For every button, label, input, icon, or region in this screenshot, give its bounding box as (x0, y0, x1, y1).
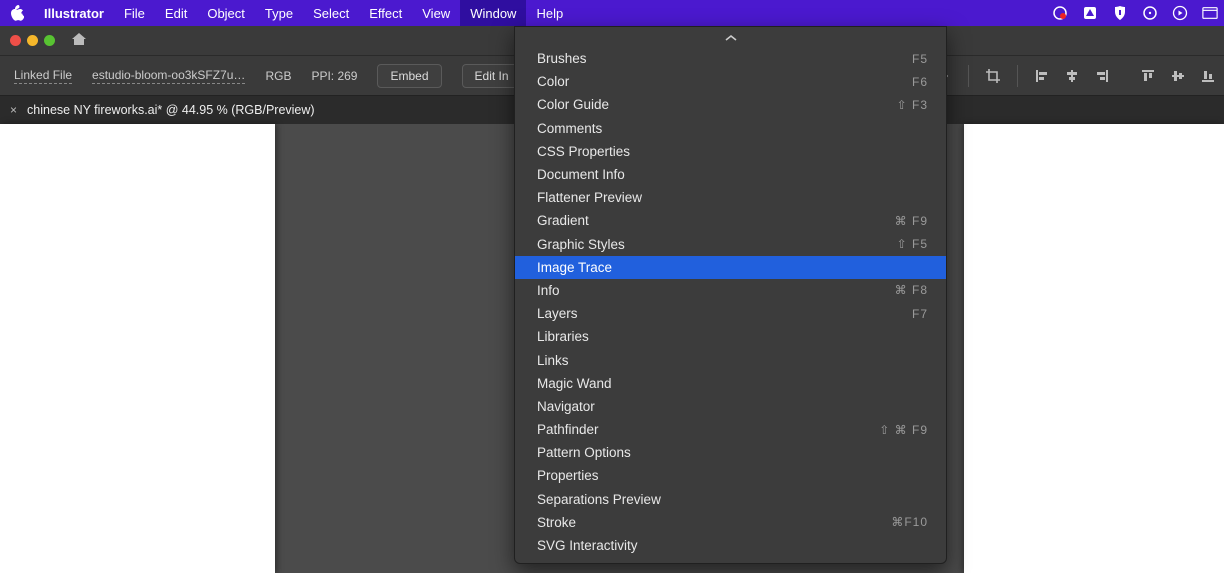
menu-item-label: Flattener Preview (537, 190, 642, 205)
linked-file-name[interactable]: estudio-bloom-oo3kSFZ7u… (92, 68, 245, 84)
menu-item-shortcut: ⌘F10 (891, 515, 928, 529)
menu-item-shortcut: F6 (912, 75, 928, 89)
menu-item-label: Navigator (537, 399, 595, 414)
window-menu-item[interactable]: Graphic Styles ⇧ F5 (515, 233, 946, 256)
menu-type[interactable]: Type (255, 0, 303, 26)
menu-edit[interactable]: Edit (155, 0, 197, 26)
menu-select[interactable]: Select (303, 0, 359, 26)
menu-item-shortcut: ⇧ F3 (897, 98, 928, 112)
menu-effect[interactable]: Effect (359, 0, 412, 26)
window-menu-item[interactable]: Comments (515, 117, 946, 140)
window-menu-item[interactable]: Pattern Options (515, 441, 946, 464)
close-tab-icon[interactable]: × (10, 103, 17, 117)
menu-item-label: Stroke (537, 515, 576, 530)
align-right-icon[interactable] (1092, 66, 1112, 86)
circle-icon[interactable] (1142, 5, 1158, 21)
window-menu-dropdown[interactable]: Brushes F5 Color F6 Color Guide ⇧ F3 Comments C… (514, 26, 947, 564)
play-icon[interactable] (1172, 5, 1188, 21)
close-window-icon[interactable] (10, 35, 21, 46)
menu-window[interactable]: Window (460, 0, 526, 26)
align-top-icon[interactable] (1138, 66, 1158, 86)
window-menu-item[interactable]: Navigator (515, 395, 946, 418)
align-hcenter-icon[interactable] (1062, 66, 1082, 86)
menu-item-label: Brushes (537, 51, 587, 66)
artboard-left (0, 124, 275, 573)
window-menu-item[interactable]: Stroke ⌘F10 (515, 511, 946, 534)
app-name[interactable]: Illustrator (34, 6, 114, 21)
calendar-icon[interactable] (1202, 5, 1218, 21)
window-menu-item[interactable]: Info ⌘ F8 (515, 279, 946, 302)
color-mode-label: RGB (265, 69, 291, 83)
menu-item-label: Pathfinder (537, 422, 599, 437)
scroll-up-icon[interactable] (515, 31, 946, 47)
divider (1017, 65, 1018, 87)
window-menu-item[interactable]: Separations Preview (515, 488, 946, 511)
ppi-label: PPI: 269 (311, 69, 357, 83)
menu-item-label: Gradient (537, 213, 589, 228)
traffic-lights[interactable] (10, 35, 55, 46)
window-menu-item[interactable]: Pathfinder ⇧ ⌘ F9 (515, 418, 946, 441)
menu-object[interactable]: Object (197, 0, 255, 26)
align-bottom-icon[interactable] (1198, 66, 1218, 86)
window-menu-item[interactable]: Gradient ⌘ F9 (515, 209, 946, 232)
menu-file[interactable]: File (114, 0, 155, 26)
menu-item-label: Info (537, 283, 560, 298)
window-menu-item[interactable]: Properties (515, 464, 946, 487)
artboard-right (964, 124, 1224, 573)
window-menu-item[interactable]: Libraries (515, 325, 946, 348)
window-menu-item[interactable]: SVG Interactivity (515, 534, 946, 557)
crop-icon[interactable] (983, 66, 1003, 86)
window-menu-item[interactable]: Image Trace (515, 256, 946, 279)
mac-menubar: Illustrator FileEditObjectTypeSelectEffe… (0, 0, 1224, 26)
window-menu-item[interactable]: Document Info (515, 163, 946, 186)
menu-item-label: Comments (537, 121, 602, 136)
window-menu-item[interactable]: Links (515, 348, 946, 371)
menu-item-label: Magic Wand (537, 376, 612, 391)
document-tab-title: chinese NY fireworks.ai* @ 44.95 % (RGB/… (27, 103, 315, 117)
embed-button[interactable]: Embed (377, 64, 441, 88)
window-menu-item[interactable]: Layers F7 (515, 302, 946, 325)
window-menu-item[interactable]: CSS Properties (515, 140, 946, 163)
align-vcenter-icon[interactable] (1168, 66, 1188, 86)
warning-icon[interactable] (1082, 5, 1098, 21)
menu-item-label: CSS Properties (537, 144, 630, 159)
menu-item-shortcut: ⌘ F9 (895, 214, 928, 228)
menu-view[interactable]: View (412, 0, 460, 26)
menu-item-shortcut: ⌘ F8 (895, 283, 928, 297)
menu-item-shortcut: F5 (912, 52, 928, 66)
shield-icon[interactable] (1112, 5, 1128, 21)
window-menu-item[interactable]: Color Guide ⇧ F3 (515, 93, 946, 116)
edit-in-button[interactable]: Edit In (462, 64, 522, 88)
divider (968, 65, 969, 87)
menu-item-shortcut: ⇧ F5 (897, 237, 928, 251)
menu-item-label: Graphic Styles (537, 237, 625, 252)
menu-item-label: Image Trace (537, 260, 612, 275)
home-icon[interactable] (71, 31, 87, 51)
menu-item-shortcut: F7 (912, 307, 928, 321)
window-menu-item[interactable]: Brushes F5 (515, 47, 946, 70)
menu-item-label: Properties (537, 468, 599, 483)
menu-item-label: Document Info (537, 167, 625, 182)
control-bar-right (934, 65, 1218, 87)
window-menu-item[interactable]: Magic Wand (515, 372, 946, 395)
apple-menu[interactable] (0, 5, 34, 21)
menu-item-label: Color (537, 74, 569, 89)
menu-item-label: Links (537, 353, 569, 368)
align-left-icon[interactable] (1032, 66, 1052, 86)
minimize-window-icon[interactable] (27, 35, 38, 46)
menu-item-label: SVG Interactivity (537, 538, 638, 553)
window-menu-item[interactable]: Flattener Preview (515, 186, 946, 209)
menu-item-shortcut: ⇧ ⌘ F9 (879, 423, 928, 437)
linked-file-label[interactable]: Linked File (14, 68, 72, 84)
menu-item-label: Pattern Options (537, 445, 631, 460)
menu-item-label: Layers (537, 306, 578, 321)
menu-item-label: Libraries (537, 329, 589, 344)
menu-item-label: Color Guide (537, 97, 609, 112)
menu-help[interactable]: Help (526, 0, 573, 26)
menu-item-label: Separations Preview (537, 492, 661, 507)
menubar-status-icons (1052, 0, 1218, 26)
record-icon[interactable] (1052, 5, 1068, 21)
window-menu-item[interactable]: Color F6 (515, 70, 946, 93)
zoom-window-icon[interactable] (44, 35, 55, 46)
